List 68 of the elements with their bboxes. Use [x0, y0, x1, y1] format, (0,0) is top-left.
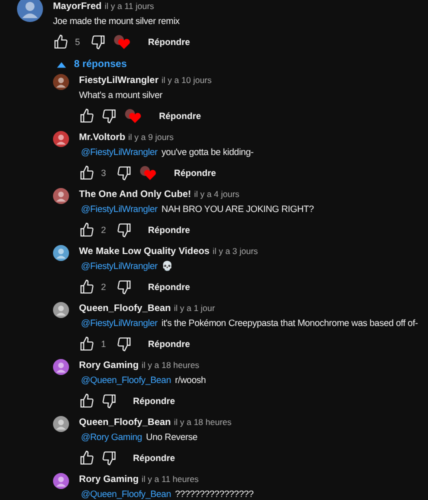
reply-button[interactable]: Répondre — [123, 453, 176, 463]
comment-text: it's the Pokémon Creepypasta that Monochrome was based off of- — [162, 317, 418, 330]
like-button[interactable] — [53, 34, 69, 50]
comment-author: Queen_Floofy_Bean — [79, 417, 171, 429]
comment-author: Queen_Floofy_Bean — [79, 303, 171, 315]
comment-text: Joe made the mount silver remix — [53, 15, 180, 28]
dislike-button[interactable] — [90, 34, 106, 50]
like-count: 3 — [101, 168, 106, 178]
like-count: 5 — [75, 37, 80, 47]
replies-toggle[interactable]: 8 réponses — [57, 59, 127, 70]
reply-button[interactable]: Répondre — [138, 339, 190, 349]
like-button[interactable] — [79, 165, 95, 181]
creator-heart-icon — [123, 108, 143, 124]
comment-author: Rory Gaming — [79, 474, 139, 486]
like-count: 2 — [101, 225, 106, 235]
mention-link[interactable]: @Queen_Floofy_Bean — [81, 374, 172, 387]
dislike-button[interactable] — [101, 393, 117, 409]
like-button[interactable] — [79, 336, 95, 352]
dislike-button[interactable] — [101, 108, 117, 124]
creator-heart-icon — [112, 34, 132, 50]
like-button[interactable] — [79, 450, 95, 466]
like-button[interactable] — [79, 108, 95, 124]
reply-button[interactable]: Répondre — [123, 396, 176, 406]
comment-text: 💀 — [162, 260, 172, 273]
comment-author: We Make Low Quality Videos — [79, 246, 210, 258]
dislike-button[interactable] — [116, 336, 132, 352]
mention-link[interactable]: @FiestyLilWrangler — [81, 317, 158, 330]
like-button[interactable] — [79, 222, 95, 238]
comment-time: il y a 18 heures — [142, 359, 200, 371]
caret-icon — [57, 62, 66, 68]
comment-text: ???????????????? — [175, 488, 254, 500]
comment-text: Uno Reverse — [146, 431, 198, 444]
comment-author: The One And Only Cube! — [79, 189, 192, 201]
mention-link[interactable]: @Queen_Floofy_Bean — [81, 488, 172, 500]
dislike-button[interactable] — [116, 165, 132, 181]
comment-time: il y a 9 jours — [128, 131, 174, 143]
creator-heart-icon — [138, 165, 158, 181]
dislike-button[interactable] — [116, 279, 132, 295]
comment-time: il y a 1 jour — [174, 302, 215, 314]
mention-link[interactable]: @FiestyLilWrangler — [81, 146, 158, 159]
like-button[interactable] — [79, 393, 95, 409]
dislike-button[interactable] — [101, 450, 117, 466]
comment-text: NAH BRO YOU ARE JOKING RIGHT? — [162, 203, 314, 216]
reply-button[interactable]: Répondre — [149, 111, 202, 121]
comment-time: il y a 10 jours — [162, 74, 212, 86]
comment-text: What's a mount silver — [79, 89, 162, 102]
dislike-button[interactable] — [116, 222, 132, 238]
comment-text: you've gotta be kidding- — [162, 146, 254, 159]
comment-time: il y a 18 heures — [174, 416, 232, 428]
comment-text: r/woosh — [175, 374, 206, 387]
like-count: 2 — [101, 282, 106, 292]
comment-time: il y a 11 heures — [142, 473, 199, 485]
comment-author: FiestyLilWrangler — [79, 75, 159, 87]
comment-author: Rory Gaming — [79, 360, 139, 372]
like-button[interactable] — [79, 279, 95, 295]
like-count: 1 — [101, 339, 106, 349]
comment-time: il y a 4 jours — [194, 188, 240, 200]
mention-link[interactable]: @FiestyLilWrangler — [81, 203, 158, 216]
comment-author: Mr.Voltorb — [79, 132, 126, 144]
reply-button[interactable]: Répondre — [138, 37, 190, 47]
comment-time: il y a 3 jours — [212, 245, 258, 257]
mention-link[interactable]: @FiestyLilWrangler — [81, 260, 158, 273]
reply-button[interactable]: Répondre — [164, 168, 216, 178]
mention-link[interactable]: @Rory Gaming — [81, 431, 142, 444]
comment-author: MayorFred — [53, 1, 102, 13]
reply-button[interactable]: Répondre — [138, 282, 190, 292]
comment-time: il y a 11 jours — [104, 0, 154, 12]
reply-button[interactable]: Répondre — [138, 225, 190, 235]
